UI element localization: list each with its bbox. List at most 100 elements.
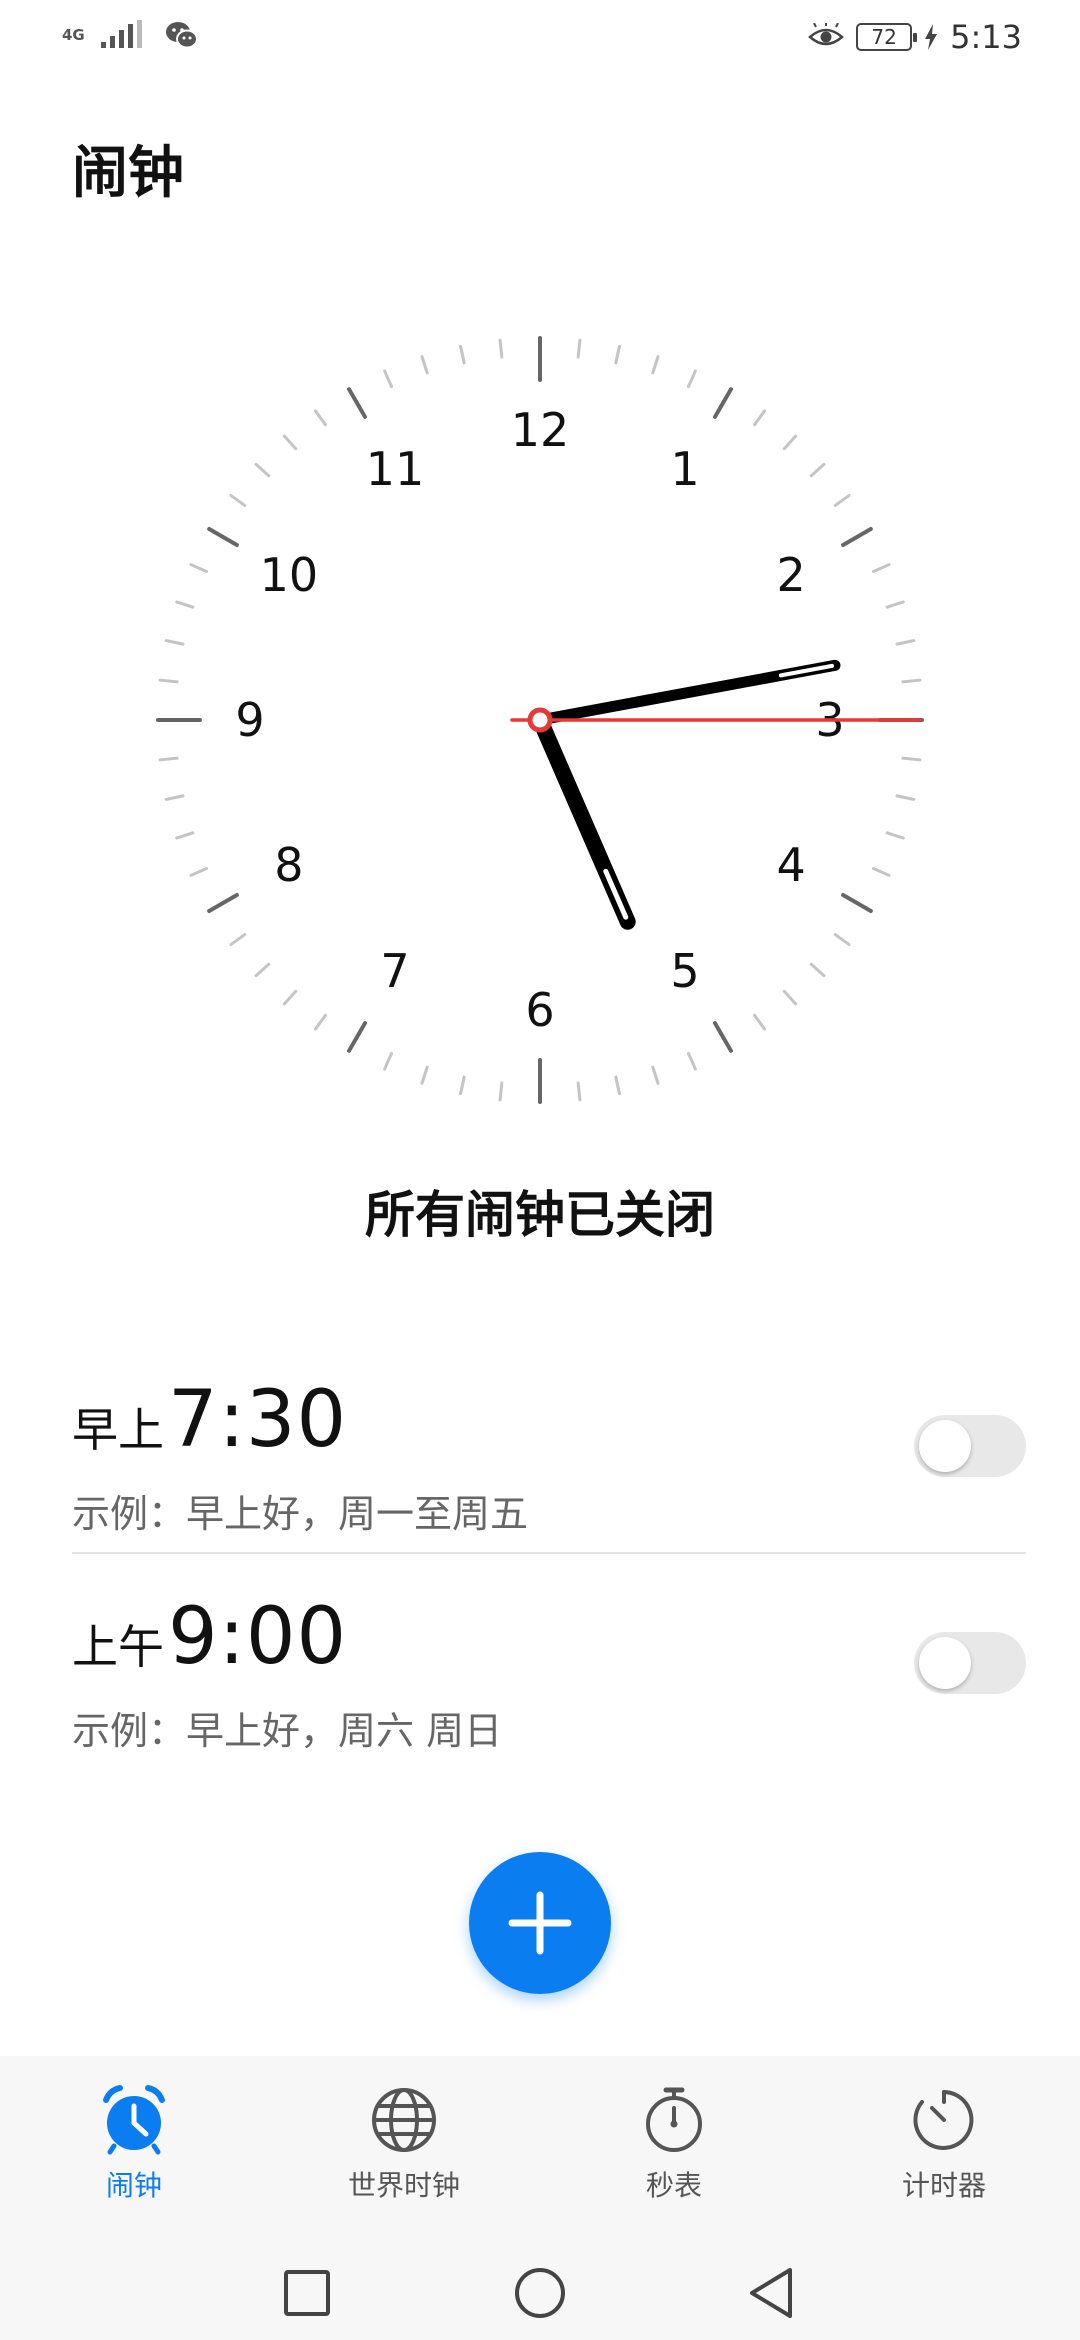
- minute-tick: [651, 1065, 660, 1085]
- tab-stopwatch[interactable]: 秒表: [574, 2084, 774, 2204]
- toggle-knob: [919, 1637, 971, 1689]
- alarm-toggle[interactable]: [914, 1632, 1026, 1694]
- recents-square-icon: [284, 2270, 330, 2316]
- minute-tick: [498, 1081, 504, 1102]
- hour-tick: [207, 893, 239, 913]
- minute-tick: [614, 344, 621, 365]
- system-nav-bar: [0, 2246, 1080, 2340]
- minute-tick: [420, 1065, 429, 1085]
- hour-tick: [841, 893, 873, 913]
- clock-numeral: 2: [777, 548, 806, 602]
- tab-label: 秒表: [645, 2169, 702, 2202]
- hour-tick: [713, 1021, 733, 1053]
- alarm-item[interactable]: 上午 9:00 示例：早上好，周六 周日: [72, 1592, 1026, 1802]
- tab-label: 闹钟: [105, 2169, 162, 2202]
- signal-icon: [100, 20, 142, 48]
- minute-tick: [576, 1081, 582, 1102]
- minute-tick: [809, 462, 826, 478]
- minute-tick: [782, 989, 798, 1006]
- home-circle-icon: [515, 2268, 565, 2318]
- minute-tick: [782, 434, 798, 451]
- clock-numeral: 7: [380, 944, 409, 998]
- clock-face: 121234567891011: [156, 336, 924, 1104]
- minute-tick: [189, 866, 209, 877]
- home-button[interactable]: [505, 2258, 575, 2328]
- minute-tick: [158, 678, 179, 684]
- alarm-time: 7:30: [168, 1375, 348, 1465]
- wechat-icon: [165, 22, 198, 49]
- clock-numeral: 4: [777, 838, 806, 892]
- minute-tick: [614, 1075, 621, 1096]
- minute-tick: [753, 1013, 767, 1031]
- eye-icon: [808, 23, 845, 46]
- minute-tick: [651, 355, 660, 375]
- minute-tick: [420, 355, 429, 375]
- minute-tick: [164, 639, 185, 646]
- globe-icon: [372, 2088, 436, 2152]
- alarm-clock-icon: [103, 2085, 165, 2155]
- hour-tick: [713, 387, 733, 419]
- alarm-period: 上午: [72, 1620, 164, 1674]
- charging-icon: [925, 24, 938, 50]
- analog-clock: 12 1 2 3 4 5 6 7 8 9 10 11: [130, 310, 950, 1130]
- bottom-tab-bar: 闹钟 世界时钟 秒表 计时器: [0, 2056, 1080, 2246]
- minute-tick: [383, 369, 394, 389]
- clock-numeral: 11: [366, 442, 425, 496]
- alarm-time: 9:00: [168, 1592, 348, 1682]
- tab-label: 世界时钟: [347, 2169, 460, 2202]
- minute-tick: [282, 989, 298, 1006]
- toggle-knob: [919, 1420, 971, 1472]
- tab-world-clock[interactable]: 世界时钟: [304, 2084, 504, 2204]
- minute-tick: [885, 831, 905, 840]
- battery-icon: 72: [856, 23, 918, 51]
- clock-numeral: 5: [670, 944, 699, 998]
- clock-numeral: 10: [260, 548, 319, 602]
- minute-tick: [459, 344, 466, 365]
- clock-numeral: 8: [274, 838, 303, 892]
- alarm-toggle[interactable]: [914, 1415, 1026, 1477]
- stopwatch-icon: [646, 2087, 702, 2152]
- clock-numeral: 1: [670, 442, 699, 496]
- minute-tick: [833, 493, 851, 507]
- page-title: 闹钟: [72, 141, 184, 206]
- minute-tick: [901, 678, 922, 684]
- minute-tick: [833, 933, 851, 947]
- minute-tick: [282, 434, 298, 451]
- minute-tick: [901, 756, 922, 762]
- clock-numeral: 9: [235, 693, 264, 747]
- alarm-label: 示例：早上好，周一至周五: [72, 1492, 529, 1536]
- minute-tick: [871, 563, 891, 574]
- minute-tick: [576, 338, 582, 359]
- tab-label: 计时器: [901, 2169, 986, 2202]
- minute-tick: [895, 639, 916, 646]
- alarm-label: 示例：早上好，周六 周日: [72, 1709, 503, 1753]
- minute-tick: [254, 462, 271, 478]
- status-bar: 4G 72 5:13: [0, 0, 1080, 80]
- tab-alarm[interactable]: 闹钟: [34, 2084, 234, 2204]
- minute-tick: [313, 1013, 327, 1031]
- recents-button[interactable]: [272, 2258, 342, 2328]
- minute-tick: [164, 794, 185, 801]
- minute-tick: [753, 409, 767, 427]
- hour-tick: [347, 387, 367, 419]
- clock-numeral: 12: [511, 403, 570, 457]
- alarm-period: 早上: [72, 1403, 164, 1457]
- minute-tick: [383, 1051, 394, 1071]
- back-triangle-icon: [750, 2268, 792, 2318]
- minute-tick: [686, 1051, 697, 1071]
- back-button[interactable]: [738, 2258, 808, 2328]
- minute-tick: [175, 831, 195, 840]
- minute-tick: [254, 962, 271, 978]
- tab-timer[interactable]: 计时器: [844, 2084, 1044, 2204]
- clock-numeral: 6: [525, 983, 554, 1037]
- add-alarm-button[interactable]: [469, 1852, 611, 1994]
- alarms-status-message: 所有闹钟已关闭: [365, 1186, 715, 1244]
- minute-tick: [313, 409, 327, 427]
- minute-tick: [871, 866, 891, 877]
- clock-center-cap: [527, 707, 553, 733]
- status-time: 5:13: [950, 18, 1022, 56]
- minute-tick: [229, 493, 247, 507]
- plus-icon: [508, 1891, 572, 1955]
- network-type: 4G: [62, 26, 85, 44]
- minute-tick: [895, 794, 916, 801]
